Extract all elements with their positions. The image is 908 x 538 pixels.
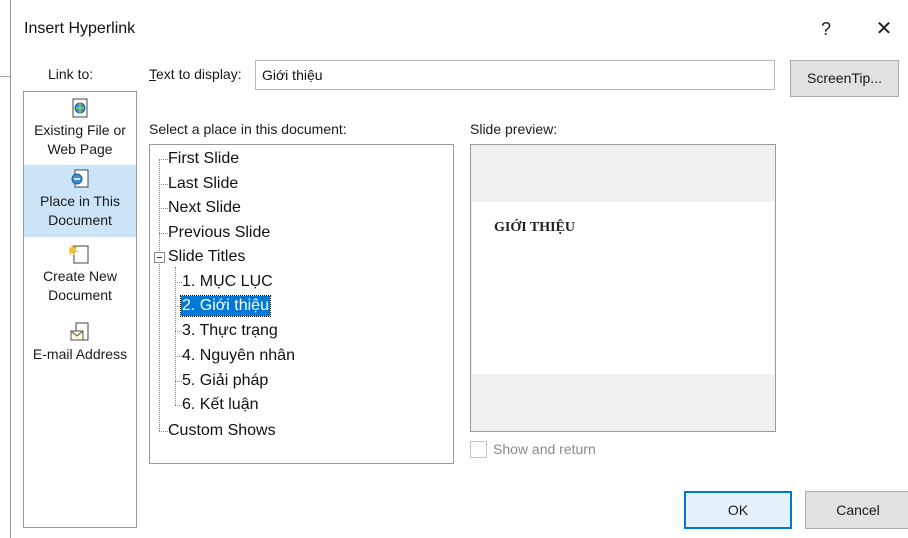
link-to-place-line2: Document <box>48 212 112 228</box>
tree-item-slide-2[interactable]: 2. Giới thiệu <box>180 295 271 317</box>
tree-item-slide-1[interactable]: 1. MỤC LỤC <box>182 272 273 292</box>
tree-connector <box>175 267 176 405</box>
text-to-display-input[interactable] <box>255 60 775 90</box>
tree-item-last-slide[interactable]: Last Slide <box>168 174 238 194</box>
link-to-create-line2: Document <box>48 287 112 303</box>
tree-item-slide-titles[interactable]: Slide Titles <box>168 247 245 267</box>
insert-hyperlink-dialog: Insert Hyperlink ? ✕ Link to: Existing F… <box>10 0 908 538</box>
link-to-existing-file[interactable]: Existing File or Web Page <box>24 94 136 164</box>
link-to-create-line1: Create New <box>43 268 117 284</box>
slide-preview-title: GIỚI THIỆU <box>494 220 576 235</box>
tree-connector <box>159 159 168 160</box>
link-to-bar: Existing File or Web Page Place in This … <box>23 91 137 528</box>
tree-connector <box>159 431 168 432</box>
tree-connector <box>175 282 182 283</box>
close-button[interactable]: ✕ <box>869 14 899 44</box>
slide-preview: GIỚI THIỆU <box>470 144 776 432</box>
place-in-document-icon <box>71 169 89 188</box>
background-dashed-line <box>0 76 10 77</box>
tree-item-slide-3[interactable]: 3. Thực trạng <box>182 321 278 341</box>
tree-item-slide-4[interactable]: 4. Nguyên nhân <box>182 346 295 366</box>
tree-item-slide-5[interactable]: 5. Giải pháp <box>182 371 268 391</box>
tree-connector <box>175 331 182 332</box>
tree-connector <box>175 405 182 406</box>
text-to-display-label: Text to display: <box>149 66 242 82</box>
slide-preview-label: Slide preview: <box>470 121 558 137</box>
link-to-email-line1: E-mail Address <box>32 346 128 362</box>
screentip-button[interactable]: ScreenTip... <box>790 60 899 97</box>
link-to-existing-file-line1: Existing File or <box>34 122 126 138</box>
tree-connector <box>159 184 168 185</box>
document-place-tree[interactable]: First Slide Last Slide Next Slide Previo… <box>149 144 454 464</box>
cancel-button[interactable]: Cancel <box>805 491 908 529</box>
help-button[interactable]: ? <box>811 14 841 44</box>
title-bar: Insert Hyperlink ? ✕ <box>11 0 908 58</box>
link-to-place-in-document[interactable]: Place in This Document <box>24 165 136 237</box>
tree-item-first-slide[interactable]: First Slide <box>168 149 239 169</box>
tree-item-previous-slide[interactable]: Previous Slide <box>168 223 270 243</box>
tree-connector <box>175 381 182 382</box>
ok-button[interactable]: OK <box>684 491 792 529</box>
show-and-return-checkbox[interactable] <box>470 441 487 458</box>
dialog-title: Insert Hyperlink <box>24 20 136 37</box>
tree-connector <box>175 356 182 357</box>
slide-thumbnail: GIỚI THIỆU <box>472 202 774 374</box>
link-to-create-new-document[interactable]: Create New Document <box>24 240 136 310</box>
tree-connector <box>159 233 168 234</box>
existing-file-icon <box>72 98 88 118</box>
link-to-existing-file-line2: Web Page <box>47 141 113 157</box>
link-to-email-address[interactable]: E-mail Address <box>24 318 136 368</box>
email-address-icon <box>70 322 89 341</box>
place-in-document-label: Select a place in this document: <box>149 121 347 137</box>
link-to-label: Link to: <box>48 66 94 82</box>
tree-item-slide-6[interactable]: 6. Kết luận <box>182 395 259 415</box>
show-and-return-option[interactable]: Show and return <box>470 441 596 458</box>
slide-titles-collapse-icon[interactable] <box>154 252 165 263</box>
tree-connector <box>159 208 168 209</box>
create-new-document-icon <box>69 244 89 264</box>
tree-connector <box>159 159 160 431</box>
tree-item-custom-shows[interactable]: Custom Shows <box>168 421 276 441</box>
show-and-return-label: Show and return <box>493 441 596 457</box>
tree-item-next-slide[interactable]: Next Slide <box>168 198 241 218</box>
link-to-place-line1: Place in This <box>40 193 120 209</box>
